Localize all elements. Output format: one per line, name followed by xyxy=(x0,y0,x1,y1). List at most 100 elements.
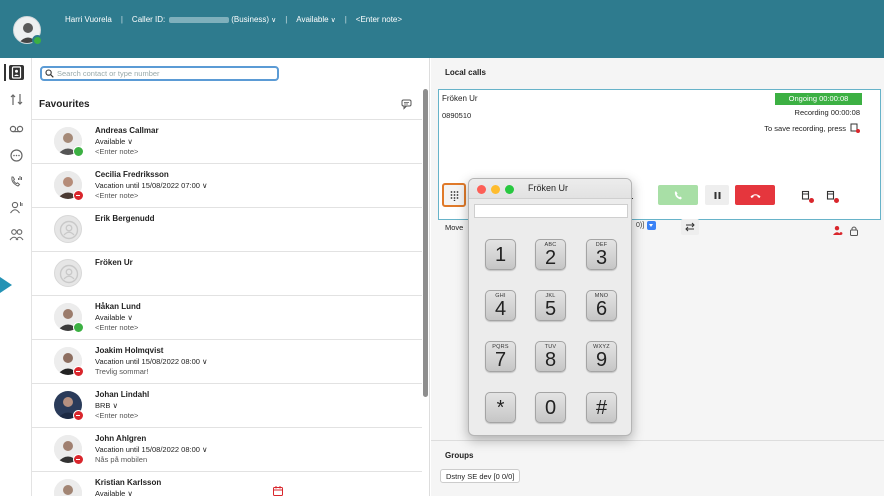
avatar-placeholder-icon xyxy=(54,215,82,243)
zoom-window-button[interactable] xyxy=(505,185,514,194)
keypad-key[interactable]: PQRS 7 xyxy=(485,341,516,372)
call-party-name: Fröken Ur xyxy=(442,94,478,103)
presence-dot xyxy=(73,146,84,157)
contact-status-selector[interactable]: Vacation until 15/08/2022 08:00 ∨ xyxy=(95,445,208,454)
local-calls-title: Local calls xyxy=(445,68,486,77)
close-window-button[interactable] xyxy=(477,185,486,194)
move-target-select[interactable]: 0)] xyxy=(636,219,664,231)
contact-row[interactable]: Johan Lindahl BRB ∨ <Enter note> xyxy=(32,384,422,428)
keypad-window: Fröken Ur 1 ABC 2 DEF 3 GHI 4 JKL 5 MNO 6 PQRS 7 TUV 8… xyxy=(468,178,632,436)
keypad-key[interactable]: MNO 6 xyxy=(586,290,617,321)
lock-icon[interactable] xyxy=(849,225,859,236)
minimize-window-button[interactable] xyxy=(491,185,500,194)
move-label: Move xyxy=(445,223,464,232)
presence-label: Available xyxy=(296,15,329,24)
keypad-key[interactable]: TUV 8 xyxy=(535,341,566,372)
pause-record-button[interactable] xyxy=(823,185,839,205)
record-dot xyxy=(809,198,814,203)
caller-id-redacted xyxy=(169,16,230,23)
keypad-key[interactable]: DEF 3 xyxy=(586,239,617,270)
recording-timer: Recording 00:00:08 xyxy=(794,108,860,117)
top-bar: Harri Vuorela | Caller ID: (Business) ∨ | … xyxy=(0,0,884,58)
group-chip[interactable]: Dstny SE dev [0 0/0] xyxy=(440,469,521,483)
expand-panel-arrow[interactable] xyxy=(0,277,12,293)
key-digit: 7 xyxy=(494,349,507,371)
contact-status-selector[interactable]: Available ∨ xyxy=(95,313,133,322)
swap-button[interactable] xyxy=(681,219,699,235)
nav-call-history[interactable] xyxy=(9,174,24,189)
nav-groups[interactable] xyxy=(9,227,24,242)
header-note-field[interactable]: <Enter note> xyxy=(356,15,402,24)
presence-dot xyxy=(73,410,84,421)
contact-note[interactable]: <Enter note> xyxy=(95,411,138,420)
contact-row[interactable]: Håkan Lund Available ∨ <Enter note> xyxy=(32,296,422,340)
contact-name: Kristian Karlsson xyxy=(95,478,162,487)
nav-contacts[interactable] xyxy=(9,65,24,80)
contact-name: Fröken Ur xyxy=(95,258,133,267)
nav-chat[interactable] xyxy=(9,148,24,163)
calendar-icon[interactable] xyxy=(272,485,284,496)
keypad-display[interactable] xyxy=(474,204,628,218)
keypad-key[interactable]: 1 xyxy=(485,239,516,270)
contact-note[interactable]: Nås på mobilen xyxy=(95,455,147,464)
keypad-key[interactable]: WXYZ 9 xyxy=(586,341,617,372)
contacts-scrollbar[interactable] xyxy=(423,89,428,397)
contact-status-selector[interactable]: BRB ∨ xyxy=(95,401,118,410)
contact-row[interactable]: Kristian Karlsson Available ∨ xyxy=(32,472,422,496)
save-recording-hint: To save recording, press xyxy=(764,123,860,133)
chevron-down-icon: ∨ xyxy=(330,17,336,24)
contact-name: Andreas Callmar xyxy=(95,126,159,135)
hold-button[interactable] xyxy=(705,185,729,205)
keypad-key[interactable]: ABC 2 xyxy=(535,239,566,270)
keypad-key[interactable]: GHI 4 xyxy=(485,290,516,321)
contact-row[interactable]: Fröken Ur xyxy=(32,252,422,296)
contact-row[interactable]: Erik Bergenudd xyxy=(32,208,422,252)
pause-icon xyxy=(714,191,720,199)
contact-status-selector[interactable]: Vacation until 15/08/2022 08:00 ∨ xyxy=(95,357,208,366)
header-info: Harri Vuorela | Caller ID: (Business) ∨ | … xyxy=(65,15,402,24)
contact-status-selector[interactable]: Vacation until 15/08/2022 07:00 ∨ xyxy=(95,181,208,190)
contact-note[interactable]: <Enter note> xyxy=(95,147,138,156)
hangup-button[interactable] xyxy=(735,185,775,205)
contact-status-selector[interactable]: Available ∨ xyxy=(95,489,133,496)
nav-user-stats[interactable] xyxy=(9,200,24,215)
key-digit: 6 xyxy=(595,298,608,320)
key-digit: 4 xyxy=(494,298,507,320)
record-button[interactable] xyxy=(798,185,814,205)
key-digit: 0 xyxy=(544,397,557,419)
contacts-pane: Favourites Andreas CallmarAvailable ∨<En… xyxy=(32,58,430,496)
key-digit: 9 xyxy=(595,349,608,371)
caller-id-selector[interactable]: Caller ID: (Business) ∨ xyxy=(132,15,276,24)
contact-name: Erik Bergenudd xyxy=(95,214,155,223)
presence-selector[interactable]: Available ∨ xyxy=(296,15,335,24)
group-chat-icon[interactable] xyxy=(401,99,413,110)
phone-icon xyxy=(674,191,682,199)
keypad-key[interactable]: * xyxy=(485,392,516,423)
keypad-key[interactable]: 0 xyxy=(535,392,566,423)
presence-dot xyxy=(73,322,84,333)
keypad-key[interactable]: JKL 5 xyxy=(535,290,566,321)
recording-person-icon[interactable] xyxy=(832,225,843,236)
contact-note[interactable]: <Enter note> xyxy=(95,323,138,332)
save-recording-text: To save recording, press xyxy=(764,123,846,133)
contact-status-selector[interactable]: Available ∨ xyxy=(95,137,133,146)
search-box xyxy=(40,66,279,81)
nav-transfers[interactable] xyxy=(9,92,24,107)
contact-row[interactable]: Andreas Callmar Available ∨ <Enter note> xyxy=(32,120,422,164)
keypad-button[interactable] xyxy=(442,183,466,207)
contact-note[interactable]: <Enter note> xyxy=(95,191,138,200)
contact-note[interactable]: Trevlig sommar! xyxy=(95,367,148,376)
search-input[interactable] xyxy=(57,69,257,78)
favourites-title: Favourites xyxy=(39,99,90,110)
answer-button[interactable] xyxy=(658,185,698,205)
contact-avatar xyxy=(54,479,82,496)
keypad-key[interactable]: # xyxy=(586,392,617,423)
presence-dot xyxy=(73,454,84,465)
contact-row[interactable]: John Ahlgren Vacation until 15/08/2022 08… xyxy=(32,428,422,472)
caller-id-suffix: (Business) xyxy=(231,15,270,24)
contact-row[interactable]: Cecilia Fredriksson Vacation until 15/08/… xyxy=(32,164,422,208)
keypad-titlebar[interactable]: Fröken Ur xyxy=(469,179,631,199)
contact-row[interactable]: Joakim Holmqvist Vacation until 15/08/202… xyxy=(32,340,422,384)
nav-voicemail[interactable] xyxy=(9,121,24,136)
person-stats-icon xyxy=(10,201,23,214)
